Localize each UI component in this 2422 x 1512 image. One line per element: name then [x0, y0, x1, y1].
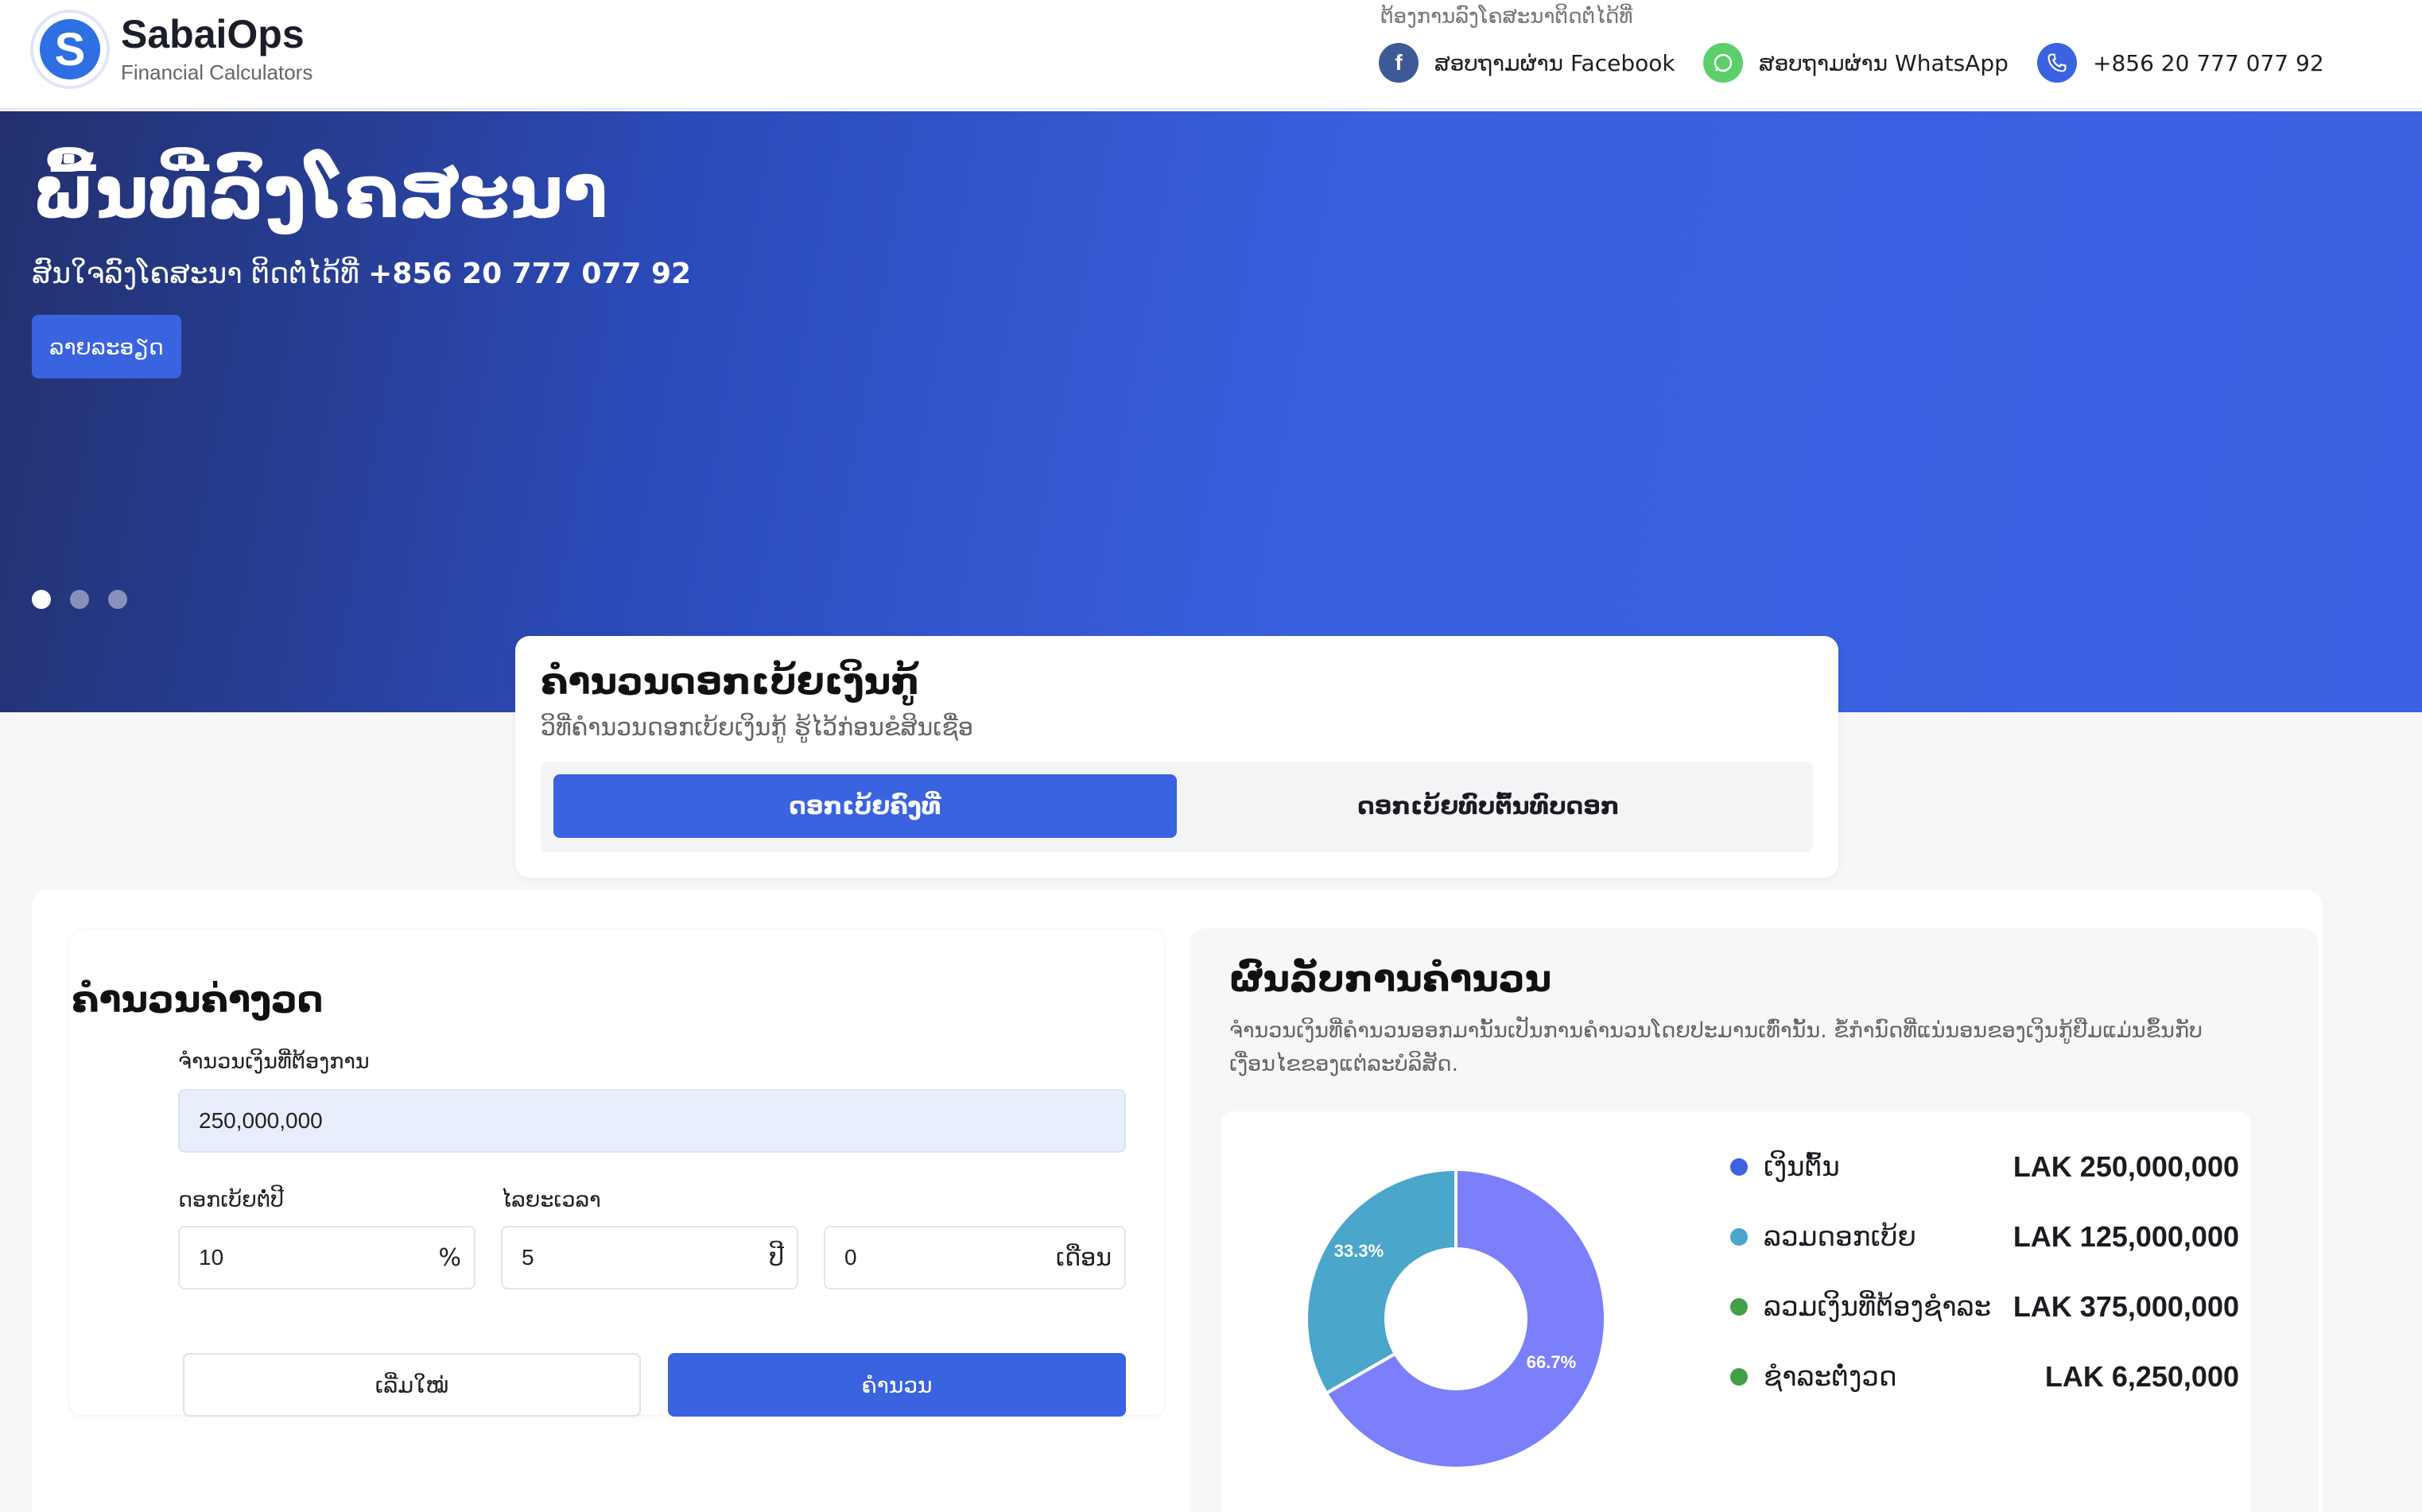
years-suffix: ປີ	[769, 1243, 784, 1272]
donut-label-1: 66.7%	[1527, 1352, 1576, 1372]
legend-dot-monthly-payment	[1730, 1368, 1748, 1386]
phone-icon	[2037, 43, 2077, 83]
legend-value-total-payment: LAK 375,000,000	[2013, 1290, 2239, 1323]
months-suffix: ເດືອນ	[1055, 1243, 1112, 1272]
results-chart-box: 66.7% 33.3% ເງິນຕົ້ນ LAK 250,000,000 ລວມດ…	[1221, 1111, 2250, 1512]
donut-slice-2[interactable]	[1305, 1167, 1457, 1396]
legend-value-principal: LAK 250,000,000	[2013, 1150, 2239, 1183]
legend-dot-total-payment	[1730, 1298, 1748, 1316]
amount-input-value: 250,000,000	[199, 1108, 323, 1133]
contact-caption: ຕ້ອງການລົງໂຄສະນາຕິດຕໍ່ໄດ້ທີ່	[1380, 5, 1633, 29]
main-panel: ຄຳນວນຄ່າງວດ ຈຳນວນເງິນທີ່ຕ້ອງການ 250,000,…	[32, 890, 2322, 1512]
years-input-value: 5	[522, 1245, 534, 1270]
rate-input[interactable]: 10 %	[178, 1226, 475, 1289]
calculator-header-card: ຄຳນວນດອກເບ້ຍເງິນກູ້ ວິທີ່ຄຳນວນດອກເບ້ຍເງິ…	[515, 636, 1838, 878]
months-input[interactable]: 0 ເດືອນ	[824, 1226, 1126, 1289]
logo-icon[interactable]: S	[30, 10, 110, 89]
amount-label: ຈຳນວນເງິນທີ່ຕ້ອງການ	[178, 1049, 370, 1074]
whatsapp-icon	[1703, 43, 1743, 83]
donut-chart: 66.7% 33.3%	[1305, 1167, 1607, 1470]
details-button[interactable]: ລາຍລະອຽດ	[32, 315, 181, 378]
calculate-button[interactable]: ຄຳນວນ	[668, 1353, 1126, 1417]
installment-form: ຄຳນວນຄ່າງວດ ຈຳນວນເງິນທີ່ຕ້ອງການ 250,000,…	[70, 930, 1164, 1417]
rate-input-value: 10	[199, 1245, 224, 1270]
calculator-description: ວິທີ່ຄຳນວນດອກເບ້ຍເງິນກູ້ ຮູ້ໄວ້ກ່ອນຂໍສິນ…	[541, 714, 974, 742]
page: S SabaiOps Financial Calculators ຕ້ອງການ…	[0, 0, 2422, 1512]
banner-phone: +856 20 777 077 92	[368, 258, 692, 290]
legend-value-monthly-payment: LAK 6,250,000	[2044, 1360, 2239, 1393]
top-header: S SabaiOps Financial Calculators ຕ້ອງການ…	[0, 0, 2422, 110]
banner-subtitle-text: ສົນໃຈລົງໂຄສະນາ ຕິດຕໍ່ໄດ້ທີ່	[32, 258, 369, 290]
term-label: ໄລຍະເວລາ	[501, 1188, 601, 1212]
donut-label-2: 33.3%	[1334, 1241, 1384, 1261]
legend-label-total-payment: ລວມເງິນທີ່ຕ້ອງຊຳລະ	[1764, 1291, 1992, 1323]
slide-dot-1[interactable]	[32, 590, 51, 609]
legend-label-total-interest: ລວມດອກເບ້ຍ	[1764, 1221, 1916, 1253]
legend-label-principal: ເງິນຕົ້ນ	[1764, 1151, 1840, 1183]
banner-title: ພື້ນທີ່ລົງໂຄສະນາ	[32, 149, 608, 235]
form-title: ຄຳນວນຄ່າງວດ	[72, 978, 324, 1021]
rate-label: ດອກເບ້ຍຕໍ່ປີ	[178, 1188, 285, 1212]
calculator-title: ຄຳນວນດອກເບ້ຍເງິນກູ້	[541, 660, 920, 703]
years-input[interactable]: 5 ປີ	[501, 1226, 798, 1289]
amount-input[interactable]: 250,000,000	[178, 1089, 1126, 1153]
ad-banner: ພື້ນທີ່ລົງໂຄສະນາ ສົນໃຈລົງໂຄສະນາ ຕິດຕໍ່ໄດ…	[0, 111, 2422, 712]
legend-label-monthly-payment: ຊຳລະຕໍ່ງວດ	[1764, 1361, 1897, 1393]
facebook-link[interactable]: f ສອບຖາມຜ່ານ Facebook	[1379, 43, 1675, 83]
phone-link-label: +856 20 777 077 92	[2093, 49, 2324, 76]
slide-dot-2[interactable]	[70, 590, 89, 609]
legend-value-total-interest: LAK 125,000,000	[2013, 1220, 2239, 1253]
whatsapp-link-label: ສອບຖາມຜ່ານ WhatsApp	[1759, 49, 2009, 76]
whatsapp-link[interactable]: ສອບຖາມຜ່ານ WhatsApp	[1703, 43, 2009, 83]
phone-link[interactable]: +856 20 777 077 92	[2037, 43, 2324, 83]
legend-dot-total-interest	[1730, 1228, 1748, 1246]
brand-name[interactable]: SabaiOps	[121, 11, 305, 57]
months-input-value: 0	[844, 1245, 857, 1270]
reset-button[interactable]: ເລີ່ມໃໝ່	[183, 1353, 641, 1417]
tab-fixed-interest[interactable]: ດອກເບ້ຍຄົງທີ່	[553, 774, 1177, 838]
results-note: ຈຳນວນເງິນທີ່ຄຳນວນອອກມານັ້ນເປັນການຄຳນວນໂດ…	[1229, 1018, 2203, 1076]
slide-dot-3[interactable]	[108, 590, 127, 609]
legend-row-total-interest: ລວມດອກເບ້ຍ LAK 125,000,000	[1730, 1213, 2239, 1261]
brand-subtitle: Financial Calculators	[121, 60, 313, 84]
rate-suffix: %	[438, 1243, 461, 1272]
legend-row-monthly-payment: ຊຳລະຕໍ່ງວດ LAK 6,250,000	[1730, 1353, 2239, 1401]
results-title: ຜົນລັບການຄຳນວນ	[1229, 957, 1552, 1000]
banner-subtitle: ສົນໃຈລົງໂຄສະນາ ຕິດຕໍ່ໄດ້ທີ່ +856 20 777 …	[32, 258, 691, 290]
interest-type-tabs: ດອກເບ້ຍຄົງທີ່ ດອກເບ້ຍທົບຕົ້ນທົບດອກ	[541, 762, 1813, 852]
legend-dot-principal	[1730, 1158, 1748, 1176]
results-card: ຜົນລັບການຄຳນວນ ຈຳນວນເງິນທີ່ຄຳນວນອອກມານັ້…	[1190, 929, 2319, 1512]
facebook-icon: f	[1379, 43, 1419, 83]
tab-compound-interest[interactable]: ດອກເບ້ຍທົບຕົ້ນທົບດອກ	[1177, 774, 1800, 838]
legend-row-principal: ເງິນຕົ້ນ LAK 250,000,000	[1730, 1143, 2239, 1191]
legend-row-total-payment: ລວມເງິນທີ່ຕ້ອງຊຳລະ LAK 375,000,000	[1730, 1283, 2239, 1331]
facebook-link-label: ສອບຖາມຜ່ານ Facebook	[1434, 49, 1675, 76]
